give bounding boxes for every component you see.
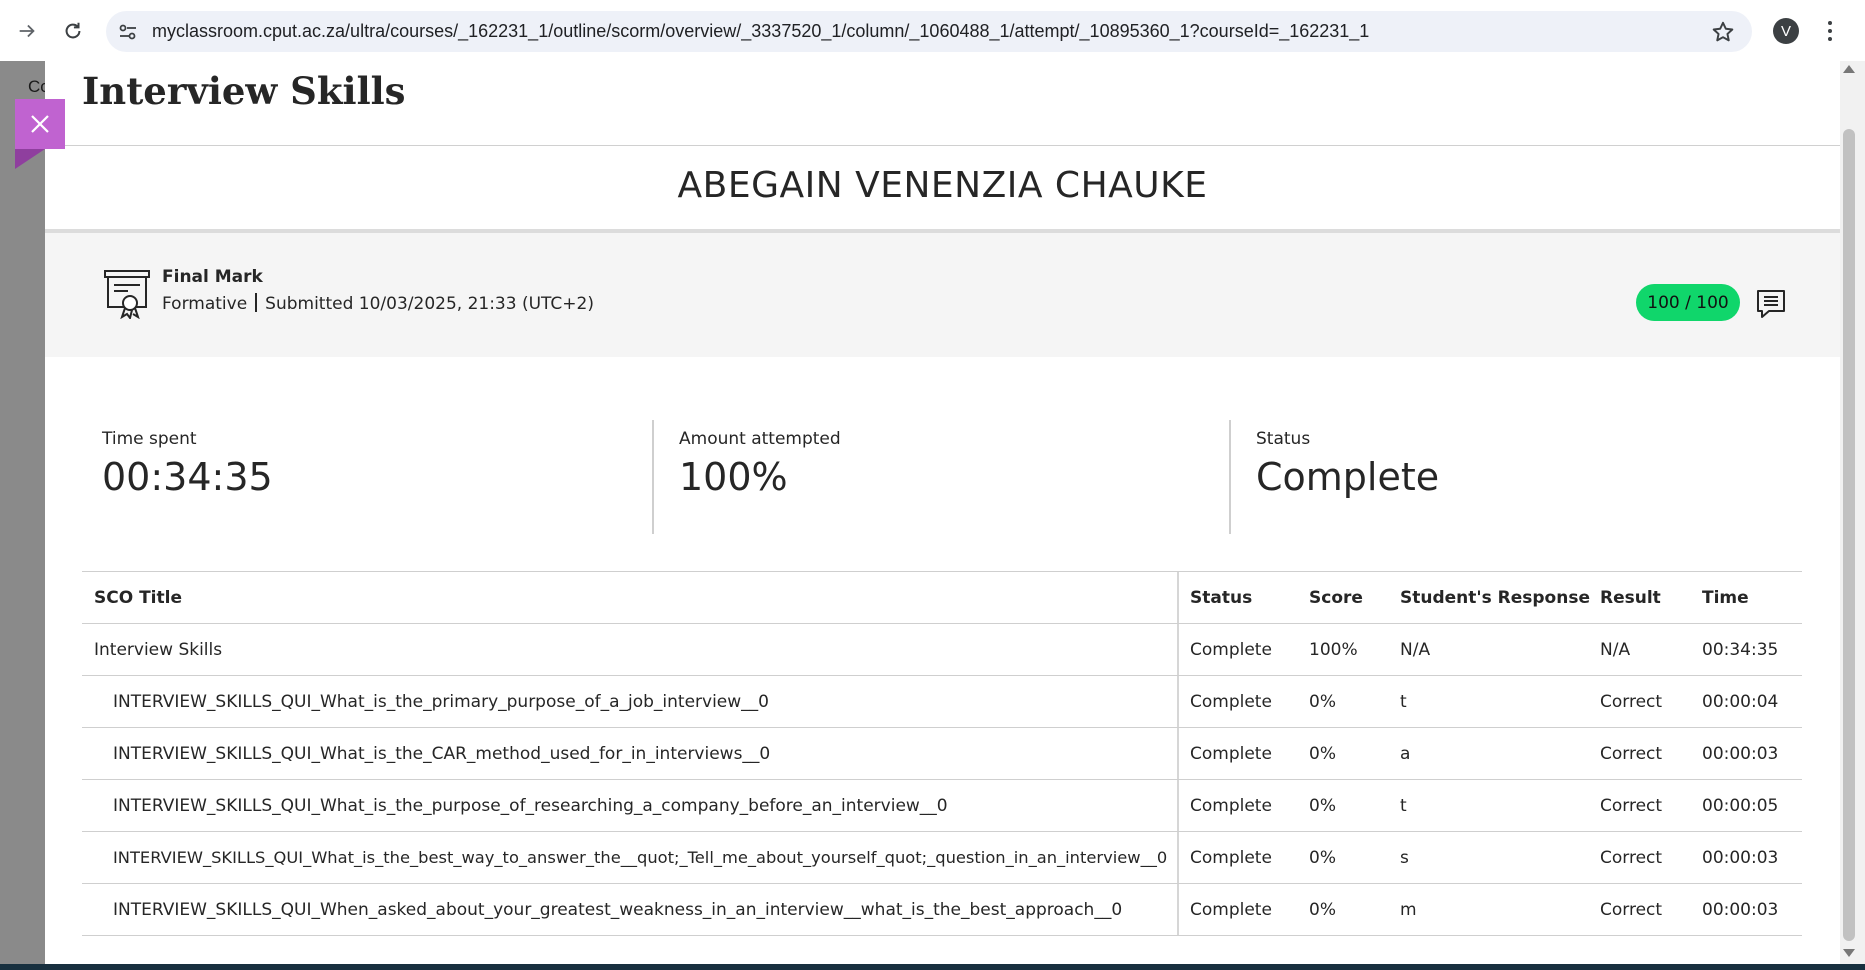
- header-status: Status: [1190, 587, 1253, 608]
- page-title: Interview Skills: [82, 69, 406, 113]
- time-spent-label: Time spent: [102, 429, 197, 449]
- column-divider: [1177, 832, 1179, 883]
- title-divider: [45, 145, 1840, 146]
- table-row: INTERVIEW_SKILLS_QUI_When_asked_about_yo…: [82, 884, 1802, 936]
- score-cell: 100%: [1309, 639, 1358, 660]
- sco-title-cell: INTERVIEW_SKILLS_QUI_What_is_the_purpose…: [113, 795, 948, 816]
- score-cell: 0%: [1309, 743, 1336, 764]
- student-name: ABEGAIN VENENZIA CHAUKE: [677, 165, 1208, 206]
- close-tab-fold: [15, 149, 45, 169]
- time-cell: 00:00:03: [1702, 847, 1779, 868]
- final-mark-section: Final Mark Formative Submitted 10/03/2025…: [45, 233, 1840, 357]
- scroll-up-arrow-icon[interactable]: [1843, 65, 1855, 73]
- time-cell: 00:34:35: [1702, 639, 1779, 660]
- time-cell: 00:00:04: [1702, 691, 1779, 712]
- more-menu-icon[interactable]: [1820, 16, 1840, 46]
- result-cell: Correct: [1600, 899, 1663, 920]
- table-row: INTERVIEW_SKILLS_QUI_What_is_the_best_wa…: [82, 832, 1802, 884]
- header-time: Time: [1702, 587, 1749, 608]
- reload-icon[interactable]: [56, 14, 90, 48]
- browser-toolbar: myclassroom.cput.ac.za/ultra/courses/_16…: [0, 0, 1865, 61]
- result-cell: Correct: [1600, 795, 1663, 816]
- score-cell: 0%: [1309, 795, 1336, 816]
- header-response: Student's Response: [1400, 587, 1590, 608]
- stat-time-spent: Time spent 00:34:35: [102, 421, 542, 536]
- column-divider: [1177, 624, 1179, 675]
- table-row: INTERVIEW_SKILLS_QUI_What_is_the_CAR_met…: [82, 728, 1802, 780]
- sco-title-cell: INTERVIEW_SKILLS_QUI_What_is_the_CAR_met…: [113, 743, 771, 764]
- final-mark-details: Formative Submitted 10/03/2025, 21:33 (UT…: [162, 293, 594, 314]
- time-cell: 00:00:03: [1702, 743, 1779, 764]
- submitted-date: Submitted 10/03/2025, 21:33 (UTC+2): [265, 294, 594, 314]
- address-bar[interactable]: myclassroom.cput.ac.za/ultra/courses/_16…: [106, 11, 1752, 52]
- mark-category: Formative: [162, 294, 248, 314]
- header-score: Score: [1309, 587, 1363, 608]
- stat-divider: [652, 420, 654, 534]
- time-spent-value: 00:34:35: [102, 455, 273, 499]
- score-cell: 0%: [1309, 899, 1336, 920]
- stat-divider: [1229, 420, 1231, 534]
- scroll-down-arrow-icon[interactable]: [1843, 949, 1855, 957]
- vertical-scrollbar[interactable]: [1840, 61, 1865, 964]
- url-text[interactable]: myclassroom.cput.ac.za/ultra/courses/_16…: [152, 21, 1369, 42]
- result-cell: Correct: [1600, 691, 1663, 712]
- response-cell: N/A: [1400, 639, 1431, 660]
- close-icon: [31, 115, 49, 133]
- status-cell: Complete: [1190, 639, 1272, 660]
- header-result: Result: [1600, 587, 1661, 608]
- forward-icon[interactable]: [10, 14, 44, 48]
- time-cell: 00:00:05: [1702, 795, 1779, 816]
- attempt-panel: Interview Skills ABEGAIN VENENZIA CHAUKE…: [45, 61, 1840, 964]
- result-cell: N/A: [1600, 639, 1631, 660]
- response-cell: a: [1400, 743, 1411, 764]
- underlying-page: Co: [0, 61, 50, 964]
- status-cell: Complete: [1190, 847, 1272, 868]
- time-cell: 00:00:03: [1702, 899, 1779, 920]
- grade-pill[interactable]: 100 / 100: [1636, 284, 1740, 321]
- stat-amount-attempted: Amount attempted 100%: [679, 421, 1119, 536]
- status-cell: Complete: [1190, 899, 1272, 920]
- sco-title-cell: INTERVIEW_SKILLS_QUI_What_is_the_primary…: [113, 691, 769, 712]
- table-row: Interview Skills Complete 100% N/A N/A 0…: [82, 624, 1802, 676]
- column-divider: [1177, 884, 1179, 935]
- sco-title-cell: Interview Skills: [94, 639, 223, 660]
- bookmark-star-icon[interactable]: [1710, 19, 1736, 45]
- column-divider: [1177, 572, 1179, 623]
- column-divider: [1177, 676, 1179, 727]
- sco-title-cell: INTERVIEW_SKILLS_QUI_When_asked_about_yo…: [113, 899, 1123, 920]
- profile-avatar[interactable]: V: [1773, 18, 1799, 44]
- desktop-edge: [0, 964, 1865, 970]
- response-cell: m: [1400, 899, 1417, 920]
- feedback-icon[interactable]: [1755, 288, 1787, 320]
- response-cell: t: [1400, 691, 1407, 712]
- table-header-row: SCO Title Status Score Student's Respons…: [82, 571, 1802, 624]
- status-cell: Complete: [1190, 691, 1272, 712]
- status-label: Status: [1256, 429, 1311, 449]
- header-sco-title: SCO Title: [94, 587, 182, 608]
- result-cell: Correct: [1600, 743, 1663, 764]
- close-panel-button[interactable]: [15, 99, 65, 149]
- response-cell: t: [1400, 795, 1407, 816]
- certificate-icon: [103, 269, 151, 321]
- amount-attempted-label: Amount attempted: [679, 429, 841, 449]
- final-mark-title: Final Mark: [162, 267, 263, 287]
- score-cell: 0%: [1309, 847, 1336, 868]
- score-cell: 0%: [1309, 691, 1336, 712]
- status-cell: Complete: [1190, 795, 1272, 816]
- sco-table: SCO Title Status Score Student's Respons…: [82, 571, 1802, 936]
- sco-title-cell: INTERVIEW_SKILLS_QUI_What_is_the_best_wa…: [113, 848, 1168, 867]
- status-value: Complete: [1256, 455, 1440, 499]
- table-row: INTERVIEW_SKILLS_QUI_What_is_the_primary…: [82, 676, 1802, 728]
- column-divider: [1177, 780, 1179, 831]
- site-settings-icon[interactable]: [116, 20, 140, 44]
- amount-attempted-value: 100%: [679, 455, 788, 499]
- stat-status: Status Complete: [1256, 421, 1696, 536]
- separator: [255, 293, 258, 312]
- scrollbar-thumb[interactable]: [1843, 129, 1855, 941]
- column-divider: [1177, 728, 1179, 779]
- status-cell: Complete: [1190, 743, 1272, 764]
- result-cell: Correct: [1600, 847, 1663, 868]
- table-row: INTERVIEW_SKILLS_QUI_What_is_the_purpose…: [82, 780, 1802, 832]
- response-cell: s: [1400, 847, 1409, 868]
